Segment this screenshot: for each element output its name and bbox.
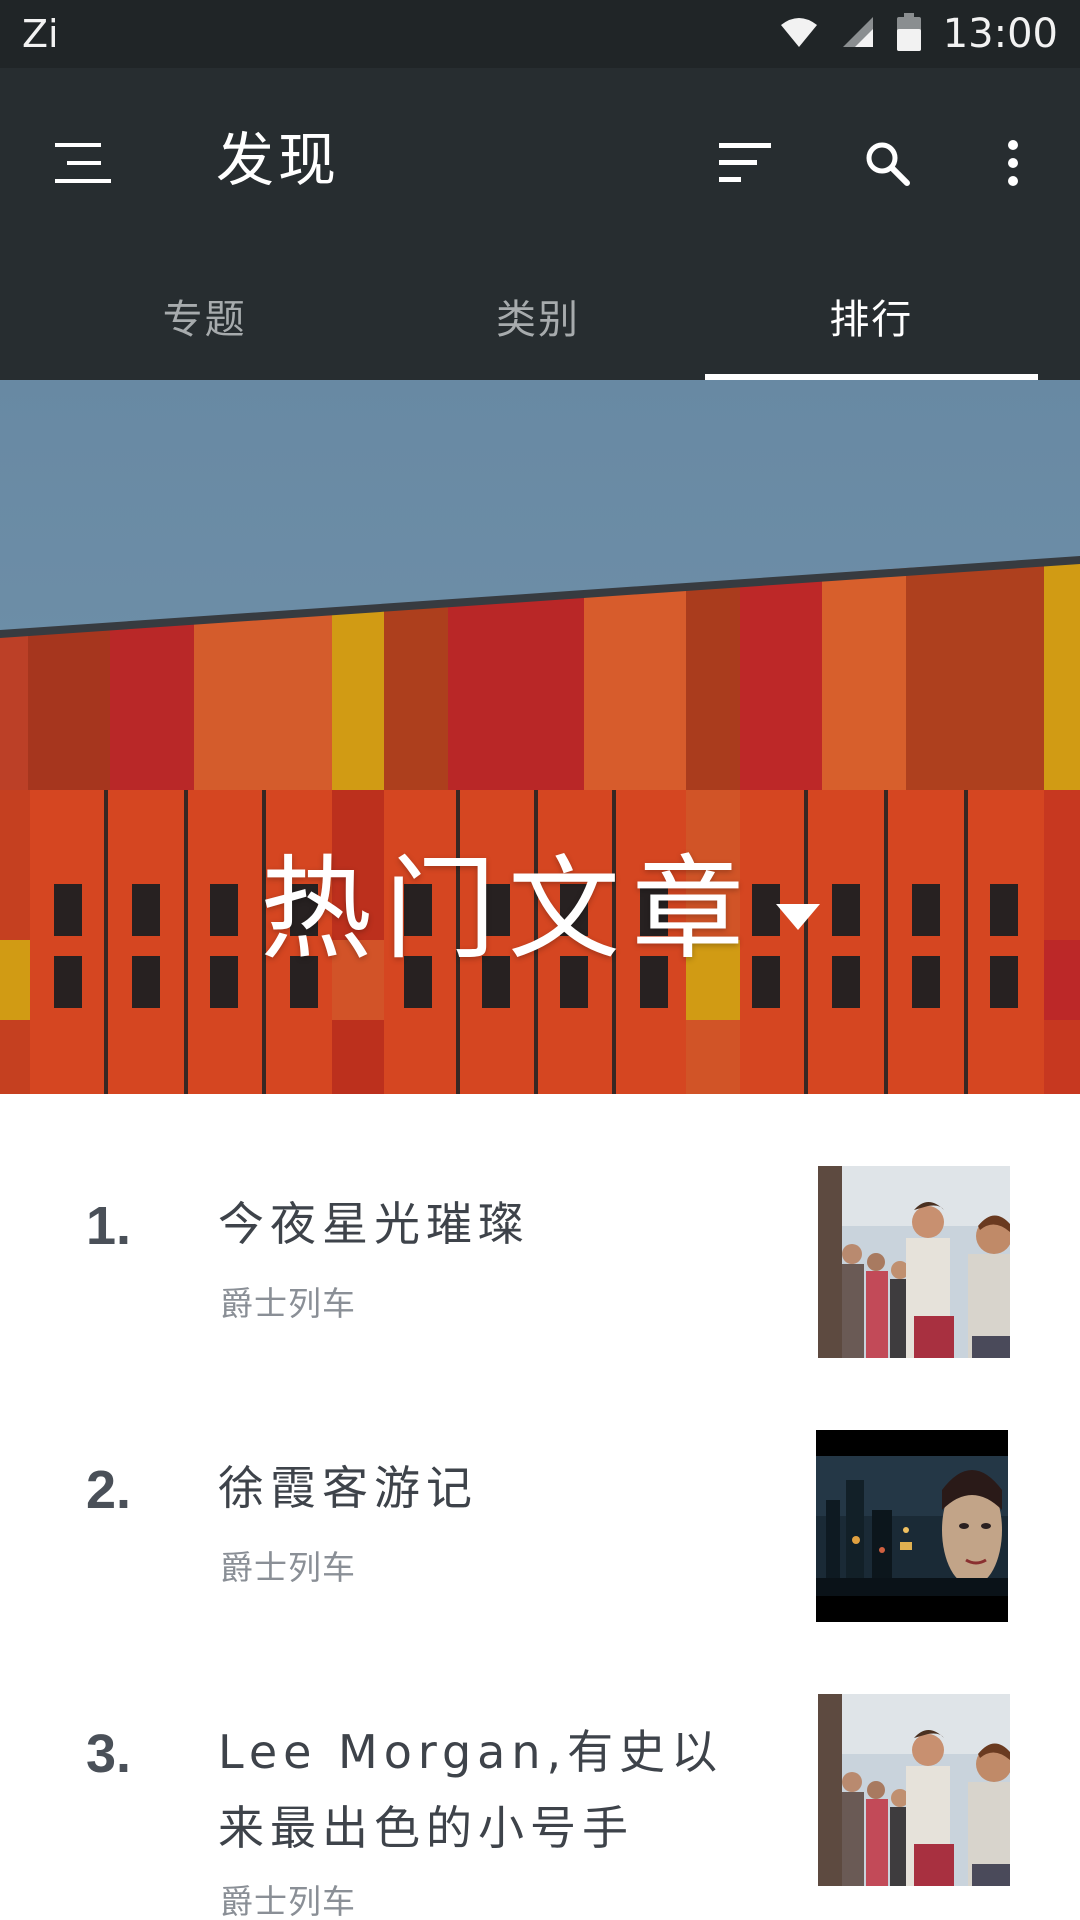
rank-number: 3. [86, 1724, 132, 1784]
article-list: 1. 今夜星光璀璨 爵士列车 2. 徐霞客游记 爵士列车 3. Lee Morg… [0, 1094, 1080, 1920]
more-vert-icon [1008, 140, 1018, 186]
sort-icon [719, 143, 771, 182]
hero-banner: 热门文章 [0, 380, 1080, 1094]
tab-label: 专题 [162, 297, 247, 343]
crowd-photo [818, 1694, 1010, 1886]
list-item[interactable]: 3. Lee Morgan,有史以来最出色的小号手 爵士列车 [0, 1622, 1080, 1920]
toolbar: 发现 [0, 68, 1080, 248]
wifi-icon [779, 15, 819, 53]
article-title: 徐霞客游记 [218, 1461, 478, 1515]
rank-number: 2. [86, 1460, 132, 1520]
status-bar: Zi 13:00 [0, 0, 1080, 68]
list-item[interactable]: 1. 今夜星光璀璨 爵士列车 [0, 1094, 1080, 1358]
hero-title-dropdown[interactable]: 热门文章 [0, 850, 1080, 970]
hero-title: 热门文章 [260, 845, 756, 975]
rank-number: 1. [86, 1196, 132, 1256]
carrier-label: Zi [22, 12, 59, 56]
article-thumbnail [818, 1166, 1010, 1358]
crowd-photo [818, 1166, 1010, 1358]
menu-icon [55, 143, 111, 183]
caret-down-icon [776, 904, 820, 930]
app-bar: 发现 专题 类别 排行 [0, 68, 1080, 380]
article-thumbnail [818, 1694, 1010, 1886]
more-options-button[interactable] [970, 120, 1056, 206]
search-icon [866, 142, 910, 186]
article-title: Lee Morgan,有史以来最出色的小号手 [218, 1725, 724, 1855]
list-item[interactable]: 2. 徐霞客游记 爵士列车 [0, 1358, 1080, 1622]
search-button[interactable] [844, 120, 930, 206]
article-author: 爵士列车 [220, 1548, 356, 1587]
menu-button[interactable] [40, 120, 126, 206]
article-author: 爵士列车 [220, 1284, 356, 1323]
tab-label: 排行 [829, 297, 914, 343]
tab-topics[interactable]: 专题 [38, 268, 371, 380]
article-title: 今夜星光璀璨 [218, 1197, 530, 1251]
clock: 13:00 [942, 11, 1058, 57]
article-author: 爵士列车 [220, 1882, 356, 1920]
night-city-photo [816, 1430, 1008, 1622]
tab-bar: 专题 类别 排行 [0, 268, 1080, 380]
page-title: 发现 [216, 126, 341, 194]
cell-signal-icon [841, 15, 875, 53]
article-thumbnail [816, 1430, 1008, 1622]
tab-ranking[interactable]: 排行 [704, 268, 1039, 380]
hero-background-image [0, 380, 1080, 1094]
tab-categories[interactable]: 类别 [371, 268, 704, 380]
battery-icon [896, 13, 921, 55]
sort-button[interactable] [702, 120, 788, 206]
tab-label: 类别 [495, 297, 580, 343]
status-icons: 13:00 [779, 0, 1058, 68]
